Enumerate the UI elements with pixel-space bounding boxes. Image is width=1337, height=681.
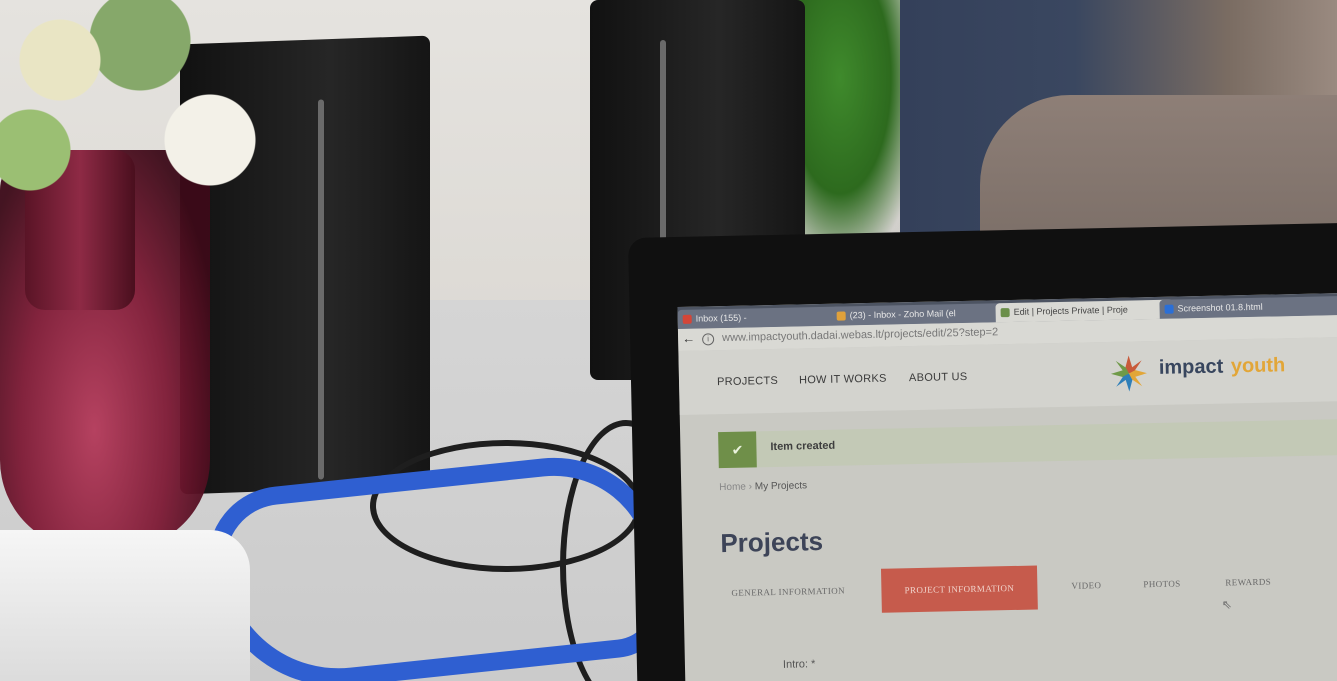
nav-how-it-works[interactable]: HOW IT WORKS bbox=[799, 373, 887, 387]
mouse-cursor-icon: ⇖ bbox=[1221, 597, 1233, 612]
impact-youth-logo-icon[interactable] bbox=[1109, 353, 1150, 394]
tab-rewards[interactable]: REWARDS bbox=[1225, 577, 1271, 588]
logo-text-youth: youth bbox=[1230, 354, 1286, 378]
success-alert: ✔ Item created bbox=[718, 418, 1337, 469]
breadcrumb-separator: › bbox=[748, 481, 753, 493]
mail-icon bbox=[836, 311, 846, 321]
breadcrumb-current[interactable]: My Projects bbox=[755, 480, 807, 492]
back-arrow-icon[interactable]: ← bbox=[682, 331, 695, 346]
breadcrumb-home[interactable]: Home bbox=[719, 482, 746, 494]
tab-video[interactable]: VIDEO bbox=[1071, 580, 1101, 591]
nav-about-us[interactable]: ABOUT US bbox=[909, 371, 968, 384]
info-icon[interactable]: i bbox=[702, 333, 715, 346]
site-favicon-icon bbox=[1000, 308, 1010, 318]
form-step-tabs: GENERAL INFORMATION PROJECT INFORMATION … bbox=[731, 558, 1337, 616]
white-device bbox=[0, 530, 250, 681]
alert-message: Item created bbox=[770, 439, 836, 454]
laptop-screen: Inbox (155) - × (23) - Inbox - Zoho Mail… bbox=[677, 292, 1337, 681]
intro-field-label: Intro: * bbox=[782, 658, 816, 671]
photo-scene: Inbox (155) - × (23) - Inbox - Zoho Mail… bbox=[0, 0, 1337, 681]
flowers bbox=[0, 0, 300, 210]
image-icon bbox=[1164, 304, 1174, 314]
breadcrumb: Home › My Projects bbox=[719, 480, 807, 493]
url-field[interactable]: www.impactyouth.dadai.webas.lt/projects/… bbox=[722, 326, 998, 344]
mail-icon bbox=[682, 314, 692, 324]
tab-project-information[interactable]: PROJECT INFORMATION bbox=[880, 565, 1038, 613]
page-title: Projects bbox=[720, 525, 824, 559]
site-header: PROJECTS HOW IT WORKS ABOUT US impact yo… bbox=[678, 336, 1337, 415]
nav-projects[interactable]: PROJECTS bbox=[717, 375, 778, 388]
tab-photos[interactable]: PHOTOS bbox=[1143, 579, 1180, 590]
laptop: Inbox (155) - × (23) - Inbox - Zoho Mail… bbox=[628, 222, 1337, 681]
check-icon: ✔ bbox=[718, 431, 757, 469]
tab-general-information[interactable]: GENERAL INFORMATION bbox=[731, 586, 845, 598]
logo-text-impact: impact bbox=[1158, 355, 1224, 379]
